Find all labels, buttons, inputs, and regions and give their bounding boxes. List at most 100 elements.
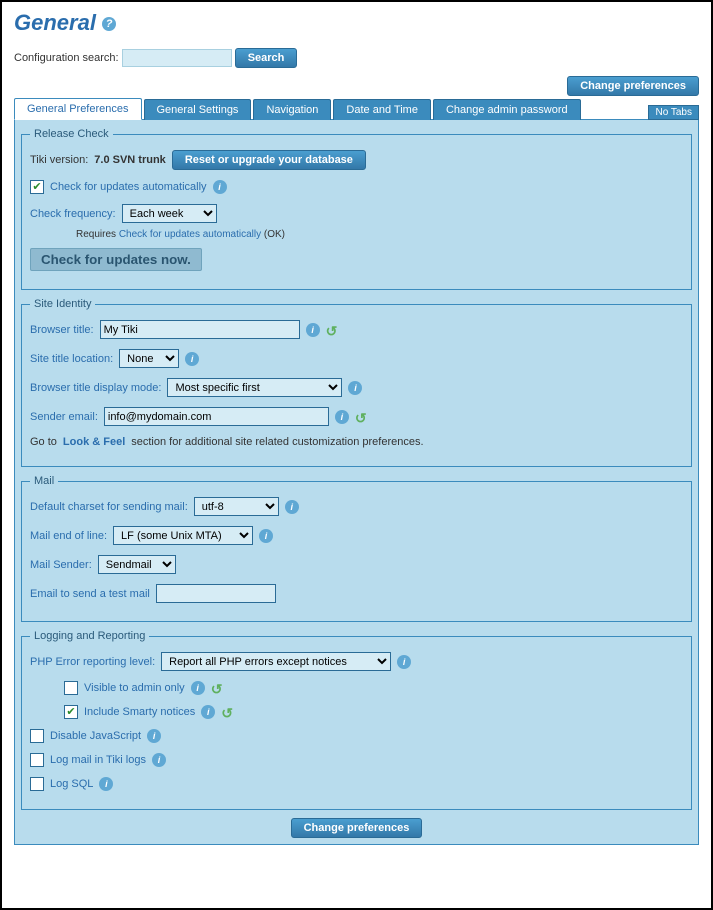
info-icon[interactable]: i [259, 529, 273, 543]
requires-suffix: (OK) [264, 229, 285, 240]
php-error-row: PHP Error reporting level: Report all PH… [30, 652, 683, 671]
logging-legend: Logging and Reporting [30, 630, 149, 642]
php-error-label: PHP Error reporting level: [30, 656, 155, 668]
mail-sender-label: Mail Sender: [30, 559, 92, 571]
check-updates-checkbox[interactable] [30, 180, 44, 194]
reset-icon[interactable]: ↺ [221, 705, 235, 719]
tab-general-preferences[interactable]: General Preferences [14, 98, 142, 120]
tab-change-admin-password[interactable]: Change admin password [433, 99, 581, 120]
release-check-fieldset: Release Check Tiki version: 7.0 SVN trun… [21, 128, 692, 290]
browser-title-row: Browser title: i ↺ [30, 320, 683, 339]
log-sql-checkbox[interactable] [30, 777, 44, 791]
sender-email-label: Sender email: [30, 411, 98, 423]
smarty-checkbox[interactable] [64, 705, 78, 719]
log-mail-label: Log mail in Tiki logs [50, 754, 146, 766]
display-mode-row: Browser title display mode: Most specifi… [30, 378, 683, 397]
check-updates-label: Check for updates automatically [50, 181, 207, 193]
requires-prefix: Requires [76, 229, 116, 240]
search-input[interactable] [122, 49, 232, 67]
disable-js-label: Disable JavaScript [50, 730, 141, 742]
logging-fieldset: Logging and Reporting PHP Error reportin… [21, 630, 692, 810]
info-icon[interactable]: i [285, 500, 299, 514]
tiki-version-label: Tiki version: [30, 154, 88, 166]
info-icon[interactable]: i [152, 753, 166, 767]
tiki-version-value: 7.0 SVN trunk [94, 154, 166, 166]
display-mode-select[interactable]: Most specific first [167, 378, 342, 397]
release-check-legend: Release Check [30, 128, 113, 140]
test-mail-input[interactable] [156, 584, 276, 603]
info-icon[interactable]: i [397, 655, 411, 669]
tiki-version-row: Tiki version: 7.0 SVN trunk Reset or upg… [30, 150, 683, 170]
site-title-location-select[interactable]: None [119, 349, 179, 368]
no-tabs-button[interactable]: No Tabs [648, 105, 699, 120]
sender-email-input[interactable] [104, 407, 329, 426]
display-mode-label: Browser title display mode: [30, 382, 161, 394]
test-mail-row: Email to send a test mail [30, 584, 683, 603]
check-frequency-label: Check frequency: [30, 208, 116, 220]
eol-select[interactable]: LF (some Unix MTA) [113, 526, 253, 545]
check-frequency-select[interactable]: Each week [122, 204, 217, 223]
disable-js-checkbox[interactable] [30, 729, 44, 743]
top-change-prefs-row: Change preferences [14, 76, 699, 96]
reset-db-button[interactable]: Reset or upgrade your database [172, 150, 366, 170]
check-updates-row: Check for updates automatically i [30, 180, 683, 194]
smarty-label: Include Smarty notices [84, 706, 195, 718]
info-icon[interactable]: i [185, 352, 199, 366]
bottom-button-row: Change preferences [21, 818, 692, 838]
page-title-text: General [14, 10, 96, 35]
check-now-row: Check for updates now. [30, 248, 683, 271]
smarty-row: Include Smarty notices i ↺ [30, 705, 683, 719]
eol-label: Mail end of line: [30, 530, 107, 542]
info-icon[interactable]: i [99, 777, 113, 791]
visible-admin-label: Visible to admin only [84, 682, 185, 694]
tab-navigation[interactable]: Navigation [253, 99, 331, 120]
info-icon[interactable]: i [335, 410, 349, 424]
disable-js-row: Disable JavaScript i [30, 729, 683, 743]
log-sql-row: Log SQL i [30, 777, 683, 791]
mail-fieldset: Mail Default charset for sending mail: u… [21, 475, 692, 622]
browser-title-input[interactable] [100, 320, 300, 339]
visible-admin-checkbox[interactable] [64, 681, 78, 695]
goto-look-feel-row: Go to Look & Feel section for additional… [30, 436, 683, 448]
page-title: General ? [14, 10, 699, 36]
goto-suffix: section for additional site related cust… [131, 436, 423, 448]
config-search-row: Configuration search: Search [14, 48, 699, 68]
browser-title-label: Browser title: [30, 324, 94, 336]
site-identity-fieldset: Site Identity Browser title: i ↺ Site ti… [21, 298, 692, 467]
reset-icon[interactable]: ↺ [211, 681, 225, 695]
reset-icon[interactable]: ↺ [326, 323, 340, 337]
tab-date-time[interactable]: Date and Time [333, 99, 431, 120]
reset-icon[interactable]: ↺ [355, 410, 369, 424]
charset-row: Default charset for sending mail: utf-8 … [30, 497, 683, 516]
look-feel-link[interactable]: Look & Feel [63, 436, 125, 448]
requires-row: Requires Check for updates automatically… [30, 229, 683, 240]
charset-label: Default charset for sending mail: [30, 501, 188, 513]
php-error-select[interactable]: Report all PHP errors except notices [161, 652, 391, 671]
search-button[interactable]: Search [235, 48, 298, 68]
log-mail-row: Log mail in Tiki logs i [30, 753, 683, 767]
info-icon[interactable]: i [201, 705, 215, 719]
info-icon[interactable]: i [348, 381, 362, 395]
site-identity-legend: Site Identity [30, 298, 95, 310]
info-icon[interactable]: i [147, 729, 161, 743]
charset-select[interactable]: utf-8 [194, 497, 279, 516]
info-icon[interactable]: i [191, 681, 205, 695]
test-mail-label: Email to send a test mail [30, 588, 150, 600]
info-icon[interactable]: i [213, 180, 227, 194]
change-preferences-button-bottom[interactable]: Change preferences [291, 818, 423, 838]
main-panel: Release Check Tiki version: 7.0 SVN trun… [14, 119, 699, 845]
site-title-location-row: Site title location: None i [30, 349, 683, 368]
site-title-location-label: Site title location: [30, 353, 113, 365]
log-mail-checkbox[interactable] [30, 753, 44, 767]
check-updates-now-button[interactable]: Check for updates now. [30, 248, 202, 271]
tab-general-settings[interactable]: General Settings [144, 99, 252, 120]
sender-email-row: Sender email: i ↺ [30, 407, 683, 426]
check-frequency-row: Check frequency: Each week [30, 204, 683, 223]
mail-legend: Mail [30, 475, 58, 487]
mail-sender-select[interactable]: Sendmail [98, 555, 176, 574]
info-icon[interactable]: i [306, 323, 320, 337]
requires-link[interactable]: Check for updates automatically [119, 229, 261, 240]
change-preferences-button-top[interactable]: Change preferences [567, 76, 699, 96]
help-icon[interactable]: ? [102, 17, 116, 31]
mail-sender-row: Mail Sender: Sendmail [30, 555, 683, 574]
